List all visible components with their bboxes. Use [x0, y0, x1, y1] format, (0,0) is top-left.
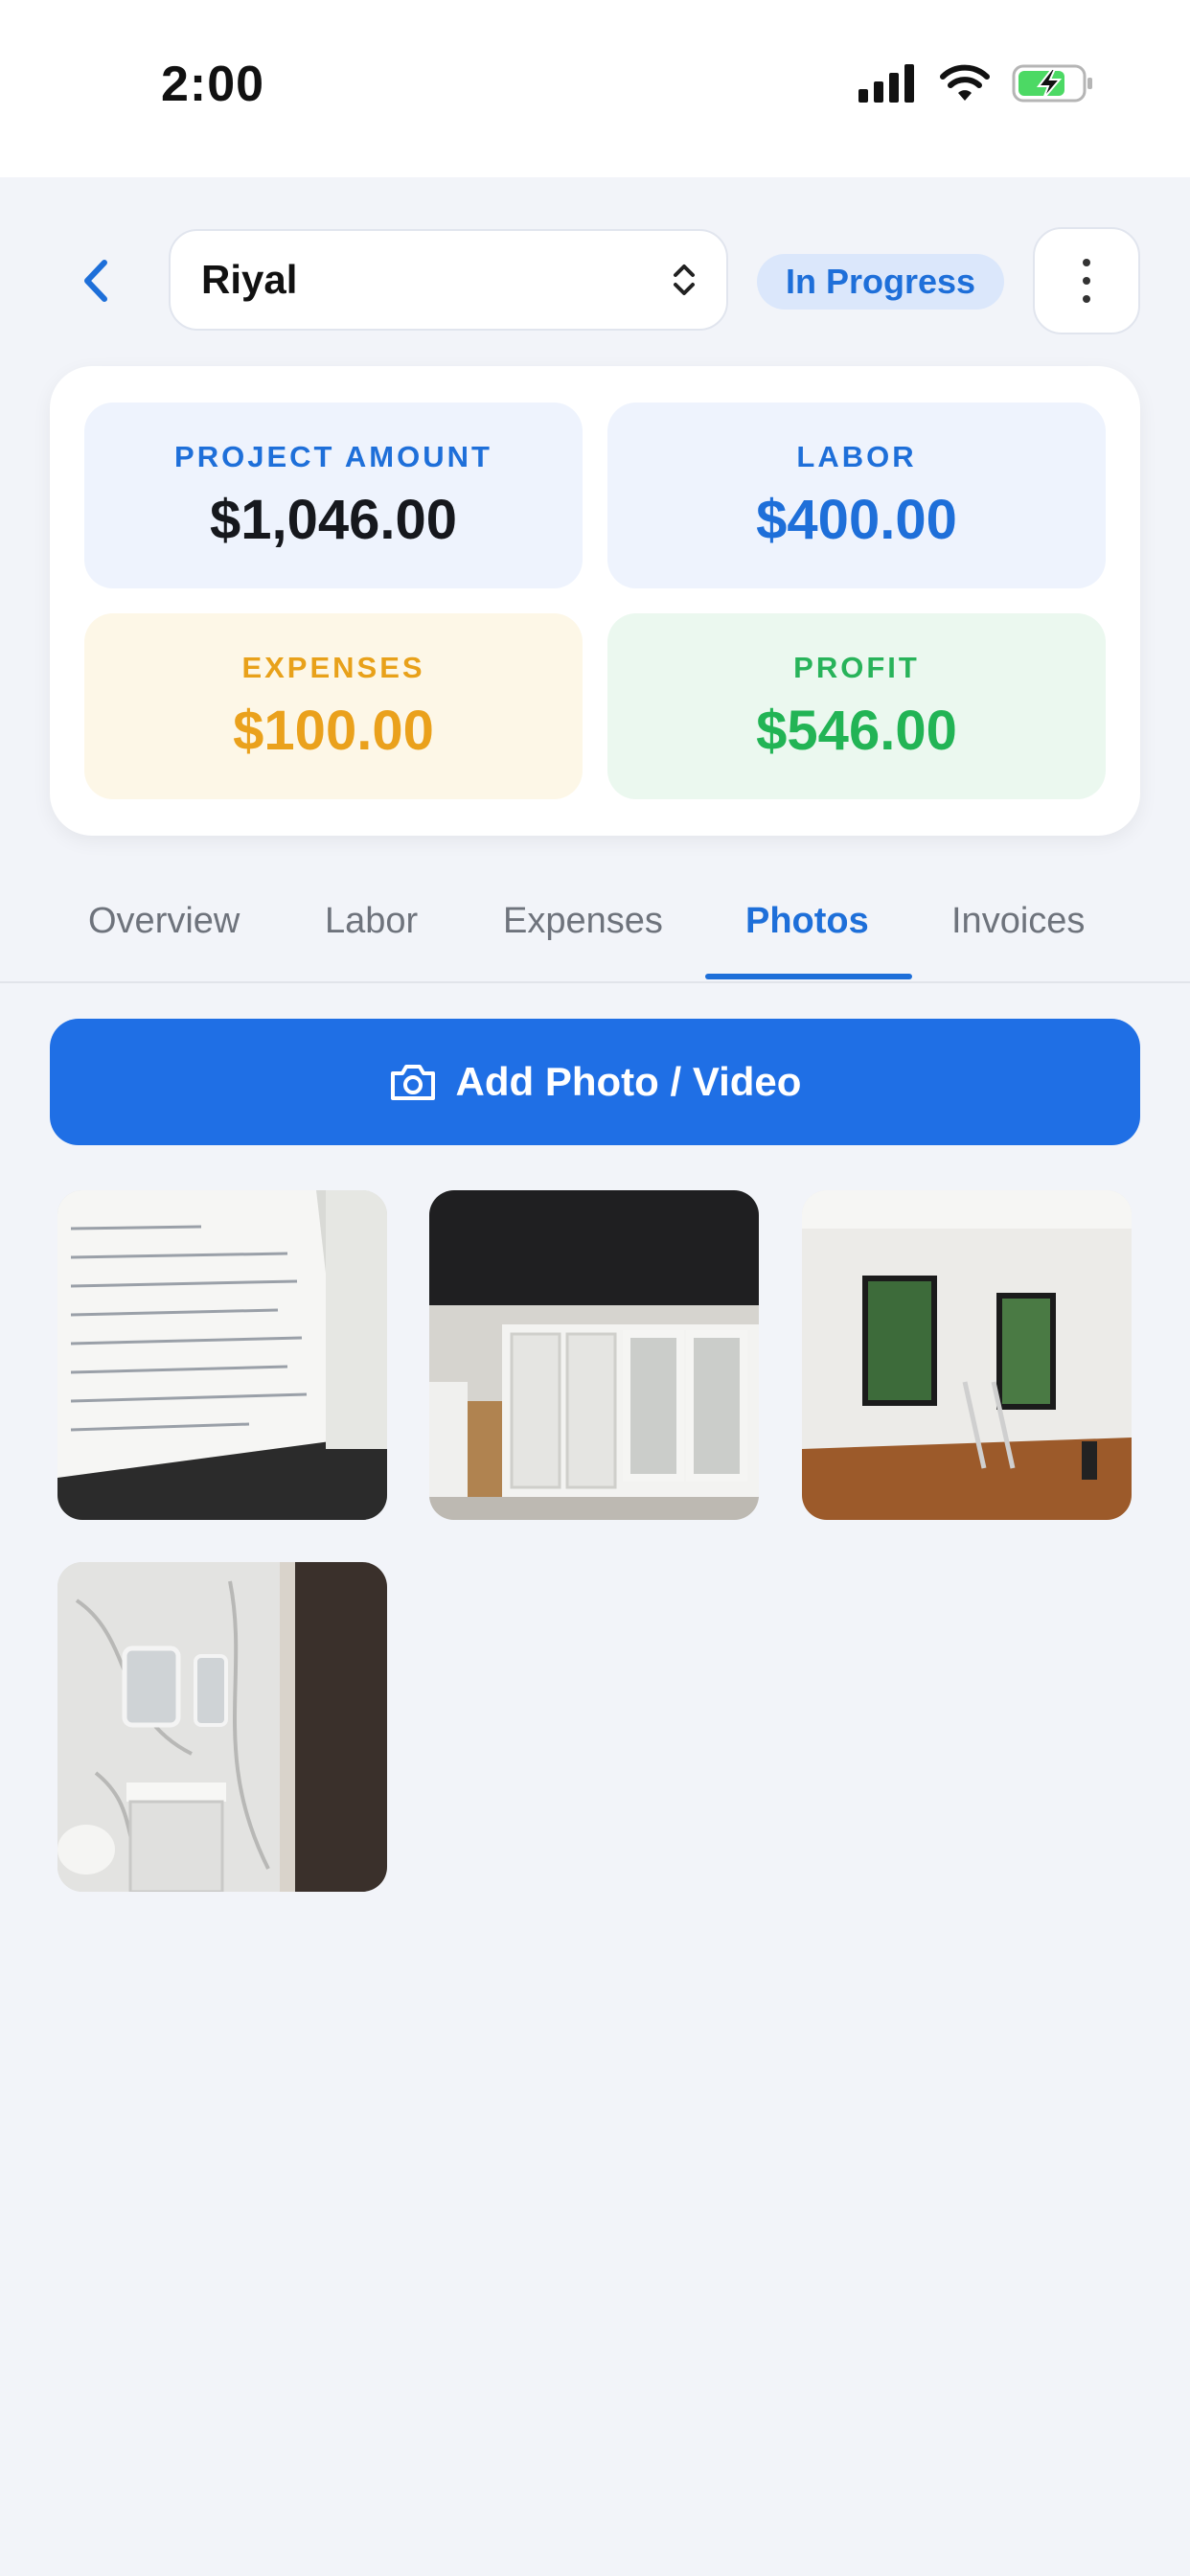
- tab-labor[interactable]: Labor: [325, 901, 418, 942]
- labor-value: $400.00: [756, 488, 957, 551]
- add-photo-video-button[interactable]: Add Photo / Video: [50, 1019, 1140, 1145]
- back-button[interactable]: [67, 252, 125, 310]
- empty-room-photo: [802, 1190, 1132, 1520]
- project-summary-card: PROJECT AMOUNT $1,046.00 LABOR $400.00 E…: [50, 366, 1140, 836]
- profit-tile: PROFIT $546.00: [607, 613, 1106, 799]
- photo-thumbnail[interactable]: [429, 1190, 759, 1520]
- project-amount-value: $1,046.00: [209, 488, 458, 551]
- photo-thumbnail[interactable]: [802, 1190, 1132, 1520]
- tab-photos[interactable]: Photos: [745, 901, 869, 942]
- wifi-icon: [940, 64, 990, 101]
- bathroom-vanity-photo: [57, 1562, 387, 1892]
- add-photo-video-label: Add Photo / Video: [455, 1059, 802, 1104]
- photo-thumbnail[interactable]: [57, 1190, 387, 1520]
- expenses-label: EXPENSES: [241, 650, 425, 684]
- status-badge: In Progress: [757, 254, 1005, 310]
- labor-tile: LABOR $400.00: [607, 402, 1106, 588]
- document-screen-photo: [57, 1190, 387, 1520]
- up-down-chevron-icon: [674, 264, 695, 295]
- chevron-left-icon: [84, 260, 107, 302]
- camera-icon: [390, 1065, 435, 1100]
- project-name: Riyal: [201, 257, 298, 302]
- project-amount-label: PROJECT AMOUNT: [174, 439, 492, 473]
- project-tabs: Overview Labor Expenses Photos Invoices: [0, 884, 1190, 983]
- more-vertical-icon: [1083, 259, 1090, 303]
- photo-thumbnail[interactable]: [57, 1562, 387, 1892]
- profit-label: PROFIT: [793, 650, 920, 684]
- project-selector[interactable]: Riyal: [169, 229, 728, 331]
- profit-value: $546.00: [756, 699, 957, 762]
- status-icons: [858, 63, 1094, 104]
- project-amount-tile: PROJECT AMOUNT $1,046.00: [84, 402, 583, 588]
- kitchen-cabinets-photo: [429, 1190, 759, 1520]
- tab-overview[interactable]: Overview: [88, 901, 240, 942]
- status-bar: 2:00: [0, 0, 1190, 177]
- status-time: 2:00: [161, 57, 265, 112]
- battery-charging-icon: [1012, 64, 1092, 103]
- active-tab-indicator: [705, 974, 912, 979]
- expenses-tile: EXPENSES $100.00: [84, 613, 583, 799]
- expenses-value: $100.00: [233, 699, 434, 762]
- tab-invoices[interactable]: Invoices: [951, 901, 1085, 942]
- more-options-button[interactable]: [1033, 227, 1140, 334]
- tab-expenses[interactable]: Expenses: [503, 901, 663, 942]
- cellular-signal-icon: [858, 64, 914, 103]
- labor-label: LABOR: [796, 439, 917, 473]
- project-header: Riyal In Progress: [0, 177, 1190, 369]
